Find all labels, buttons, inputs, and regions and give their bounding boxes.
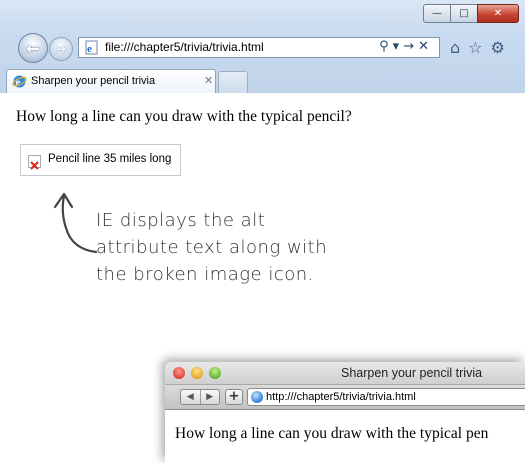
tab-close-icon[interactable]: ✕ [204,74,213,87]
ie-chrome: — □ ✕ ← → e file:///chapter5/trivia/triv… [0,0,525,94]
annotation-line: attribute text along with [96,237,328,258]
ie-page-icon: e [85,40,98,55]
question-text: How long a line can you draw with the ty… [16,108,352,125]
tab-strip: e Sharpen your pencil trivia ✕ [0,66,525,93]
favorites-star-icon[interactable]: ☆ [468,38,482,57]
annotation-line: IE displays the alt [96,210,266,231]
broken-image-icon [28,155,41,170]
zoom-traffic-light[interactable] [209,367,221,379]
safari-address-url[interactable]: http:///chapter5/trivia/trivia.html [266,391,416,403]
toolbar-icons: ⌂ ☆ ⚙ [450,38,513,57]
safari-toolbar: ◀ ▶ + http:///chapter5/trivia/trivia.htm… [165,385,525,410]
close-traffic-light[interactable] [173,367,185,379]
back-arrow-icon: ← [26,38,40,58]
alt-text: Pencil line 35 miles long [48,153,172,165]
globe-icon [251,391,263,403]
safari-browser-window: Sharpen your pencil trivia ◀ ▶ + http://… [165,362,525,463]
safari-address-bar[interactable]: http:///chapter5/trivia/trivia.html [247,388,525,406]
svg-text:e: e [87,43,92,55]
broken-image-placeholder: Pencil line 35 miles long [20,144,181,176]
safari-window-title: Sharpen your pencil trivia [341,366,483,380]
maximize-button[interactable]: □ [450,4,478,23]
back-button[interactable]: ← [18,33,48,63]
back-forward-buttons[interactable]: ◀ ▶ [180,389,220,405]
close-window-button[interactable]: ✕ [477,4,519,23]
forward-triangle-icon[interactable]: ▶ [201,390,220,404]
add-bookmark-button[interactable]: + [225,389,243,405]
safari-titlebar: Sharpen your pencil trivia [165,362,525,385]
navigation-bar: ← → e file:///chapter5/trivia/trivia.htm… [0,33,525,65]
tab-trivia[interactable]: e Sharpen your pencil trivia ✕ [6,69,216,93]
address-bar[interactable]: e file:///chapter5/trivia/trivia.html ⚲▾… [78,37,440,58]
address-url[interactable]: file:///chapter5/trivia/trivia.html [105,40,264,54]
dropdown-icon[interactable]: ▾ [393,39,404,54]
safari-page-content: How long a line can you draw with the ty… [165,410,525,463]
stop-icon[interactable]: ✕ [418,39,433,54]
forward-button[interactable]: → [49,37,73,61]
address-tools: ⚲▾→✕ [379,39,433,54]
minimize-button[interactable]: — [423,4,451,23]
refresh-icon[interactable]: → [403,39,418,54]
settings-gear-icon[interactable]: ⚙ [491,38,505,57]
back-triangle-icon[interactable]: ◀ [181,390,201,404]
search-icon[interactable]: ⚲ [379,39,393,54]
annotation-line: the broken image icon. [96,264,314,285]
window-controls: — □ ✕ [423,4,519,23]
tab-title: Sharpen your pencil trivia [31,75,156,87]
ie-logo-icon: e [12,75,27,89]
handwritten-annotation: IE displays the alt attribute text along… [96,207,327,288]
minimize-traffic-light[interactable] [191,367,203,379]
home-icon[interactable]: ⌂ [450,38,460,57]
safari-question-text: How long a line can you draw with the ty… [175,425,489,442]
forward-arrow-icon: → [55,42,67,56]
new-tab-button[interactable] [218,71,248,93]
